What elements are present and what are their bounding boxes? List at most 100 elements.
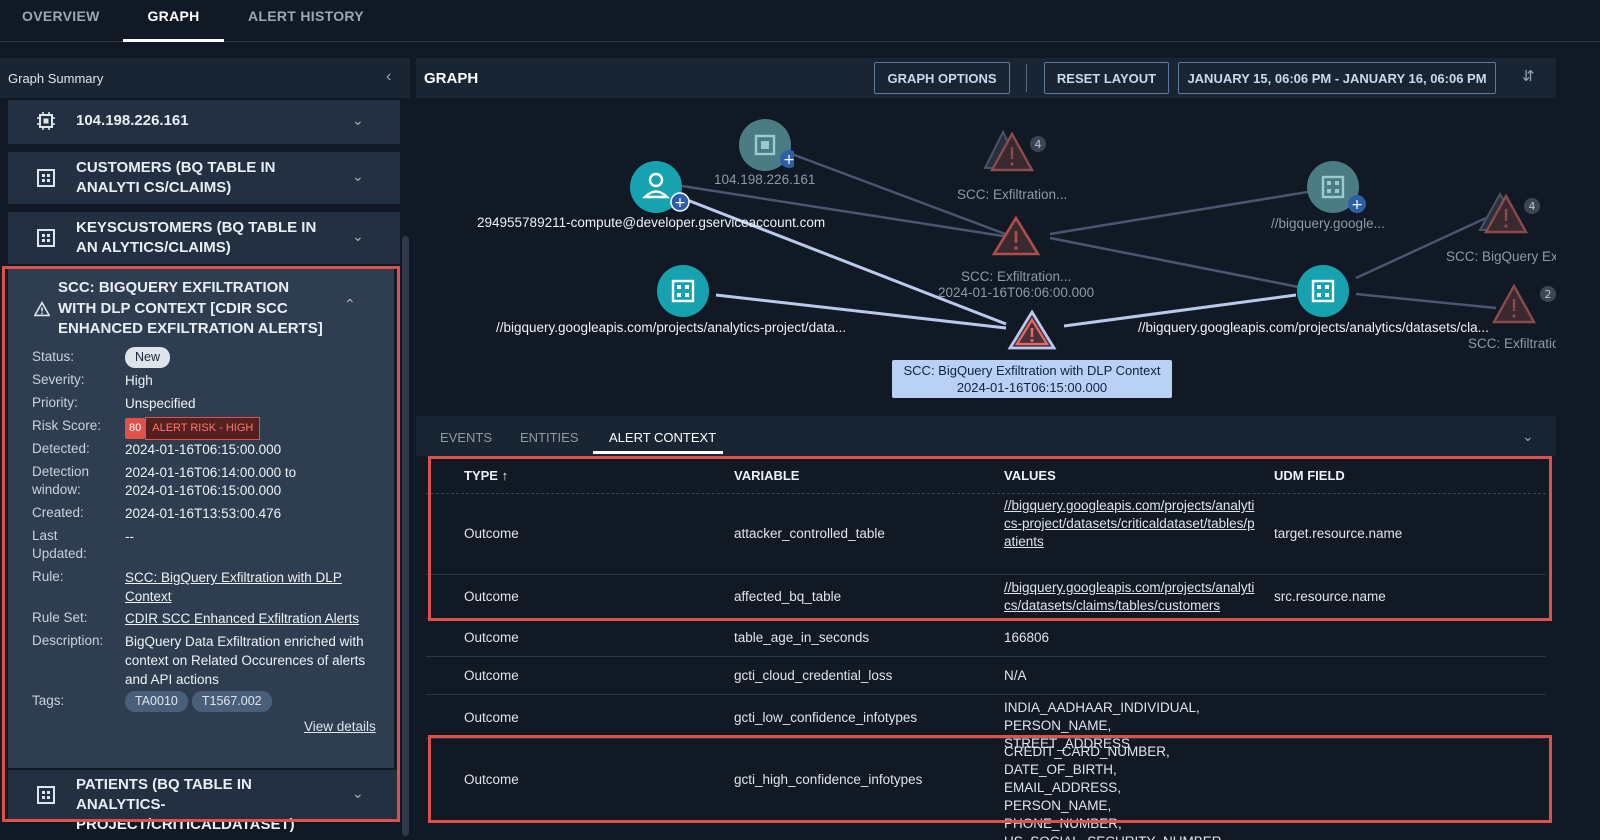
chevron-down-icon[interactable]: ⌄ xyxy=(1522,428,1534,445)
summary-item-label: PATIENTS (BQ TABLE IN ANALYTICS-PROJECT/… xyxy=(76,776,295,833)
svg-text:+: + xyxy=(783,152,794,168)
bq-right-top-label: //bigquery.google... xyxy=(1271,216,1385,231)
table-icon xyxy=(37,229,55,247)
risk-level-badge: ALERT RISK - HIGH xyxy=(145,417,261,440)
collapse-sidebar-icon[interactable]: ‹ xyxy=(386,68,391,86)
graph-toolbar: GRAPH GRAPH OPTIONS RESET LAYOUT JANUARY… xyxy=(416,58,1556,98)
bq-left-label: //bigquery.googleapis.com/projects/analy… xyxy=(496,320,847,335)
summary-item-label: CUSTOMERS (BQ TABLE IN ANALYTI CS/CLAIMS… xyxy=(76,159,276,196)
tag-pill[interactable]: T1567.002 xyxy=(191,691,272,712)
summary-item-patients[interactable]: PATIENTS (BQ TABLE IN ANALYTICS-PROJECT/… xyxy=(8,770,400,833)
count-badge: 4 xyxy=(1529,200,1536,213)
date-range-button[interactable]: JANUARY 15, 06:06 PM - JANUARY 16, 06:06… xyxy=(1178,62,1496,94)
column-header-values[interactable]: VALUES xyxy=(1004,468,1056,483)
column-header-variable[interactable]: VARIABLE xyxy=(734,468,799,483)
tab-entities[interactable]: ENTITIES xyxy=(520,430,579,445)
table-row[interactable]: Outcome gcti_low_confidence_infotypes IN… xyxy=(426,695,1546,751)
tab-graph[interactable]: GRAPH xyxy=(123,0,224,42)
cell-type: Outcome xyxy=(464,772,519,787)
table-row[interactable]: Outcome gcti_cloud_credential_loss N/A xyxy=(426,657,1546,695)
detected-label: Detected: xyxy=(32,441,90,456)
ruleset-link[interactable]: CDIR SCC Enhanced Exfiltration Alerts xyxy=(125,611,359,626)
risk-label: Risk Score: xyxy=(32,418,102,433)
selected-node-tooltip: SCC: BigQuery Exfiltration with DLP Cont… xyxy=(892,360,1172,398)
description-value: BigQuery Data Exfiltration enriched with… xyxy=(125,634,366,687)
priority-label: Priority: xyxy=(32,395,78,410)
count-badge: 2 xyxy=(1545,288,1552,301)
column-header-udm-field[interactable]: UDM FIELD xyxy=(1274,468,1345,483)
chevron-down-icon[interactable]: ⌄ xyxy=(352,168,364,185)
detection-window-end: 2024-01-16T06:15:00.000 xyxy=(125,483,282,498)
ip-node-icon[interactable]: + xyxy=(738,118,794,174)
ip-node-label: 104.198.226.161 xyxy=(714,172,816,187)
rule-link[interactable]: SCC: BigQuery Exfiltration with DLP Cont… xyxy=(125,570,342,604)
status-badge: New xyxy=(125,347,171,368)
summary-item-label: KEYSCUSTOMERS (BQ TABLE IN AN ALYTICS/CL… xyxy=(76,219,317,256)
tag-pill[interactable]: TA0010 xyxy=(125,691,188,712)
table-row[interactable]: Outcome gcti_high_confidence_infotypes C… xyxy=(426,739,1546,840)
tags-label: Tags: xyxy=(32,693,65,708)
svg-text:+: + xyxy=(674,195,686,211)
view-details-link[interactable]: View details xyxy=(304,719,376,734)
cell-type: Outcome xyxy=(464,589,519,604)
rule-label: Rule: xyxy=(32,569,64,584)
summary-item-customers[interactable]: CUSTOMERS (BQ TABLE IN ANALYTI CS/CLAIMS… xyxy=(8,152,400,204)
reset-layout-button[interactable]: RESET LAYOUT xyxy=(1044,62,1169,94)
scc-alert-node-icon[interactable]: 4 xyxy=(984,128,1054,176)
sidebar-scrollbar[interactable] xyxy=(402,236,409,836)
scc-bq-ext-label: SCC: BigQuery Ext xyxy=(1446,249,1556,264)
svg-text:+: + xyxy=(1351,197,1363,213)
table-row[interactable]: Outcome attacker_controlled_table //bigq… xyxy=(426,495,1546,575)
summary-item-label: 104.198.226.161 xyxy=(76,112,189,129)
priority-value: Unspecified xyxy=(125,396,196,411)
cell-values-link[interactable]: //bigquery.googleapis.com/projects/analy… xyxy=(1004,498,1255,549)
risk-score-badge: 80 xyxy=(125,418,146,439)
graph-options-button[interactable]: GRAPH OPTIONS xyxy=(874,62,1010,94)
top-tabs: OVERVIEW GRAPH ALERT HISTORY xyxy=(0,0,1600,42)
summary-item-ip[interactable]: 104.198.226.161 ⌄ xyxy=(8,100,400,144)
cell-values: CREDIT_CARD_NUMBER, DATE_OF_BIRTH, EMAIL… xyxy=(1004,744,1222,840)
severity-value: High xyxy=(125,373,153,388)
expand-collapse-icon[interactable]: ⇵ xyxy=(1522,67,1535,85)
cell-variable: attacker_controlled_table xyxy=(734,526,885,541)
alert-title: SCC: BIGQUERY EXFILTRATION WITH DLP CONT… xyxy=(58,279,323,337)
chevron-down-icon[interactable]: ⌄ xyxy=(352,228,364,245)
tab-events[interactable]: EVENTS xyxy=(440,430,492,445)
tooltip-title: SCC: BigQuery Exfiltration with DLP Cont… xyxy=(903,363,1161,378)
table-node-icon[interactable]: + xyxy=(1306,160,1368,218)
panel-tabs: EVENTS ENTITIES ALERT CONTEXT ⌄ xyxy=(416,416,1556,456)
chevron-down-icon[interactable]: ⌄ xyxy=(352,785,364,802)
table-icon xyxy=(37,786,55,804)
summary-item-keyscustomers[interactable]: KEYSCUSTOMERS (BQ TABLE IN AN ALYTICS/CL… xyxy=(8,212,400,264)
table-node-icon[interactable] xyxy=(656,264,712,320)
tab-alert-context[interactable]: ALERT CONTEXT xyxy=(609,430,716,445)
table-row[interactable]: Outcome affected_bq_table //bigquery.goo… xyxy=(426,575,1546,619)
account-node-label: 294955789211-compute@developer.gservicea… xyxy=(477,215,826,230)
created-value: 2024-01-16T13:53:00.476 xyxy=(125,506,282,521)
tab-overview[interactable]: OVERVIEW xyxy=(22,0,100,42)
last-updated-label-2: Updated: xyxy=(32,546,87,561)
scc-alert-node-icon[interactable]: 4 xyxy=(1476,190,1556,240)
detection-window-label: Detection xyxy=(32,464,90,479)
chevron-down-icon[interactable]: ⌄ xyxy=(352,112,364,129)
column-header-type[interactable]: TYPE ↑ xyxy=(464,468,508,483)
cell-type: Outcome xyxy=(464,668,519,683)
tab-alert-history[interactable]: ALERT HISTORY xyxy=(248,0,364,42)
count-badge: 4 xyxy=(1035,138,1042,151)
cell-values-link[interactable]: //bigquery.googleapis.com/projects/analy… xyxy=(1004,580,1254,613)
scc-alert-node-selected-icon[interactable] xyxy=(1006,308,1058,352)
table-icon xyxy=(37,169,55,187)
scc-alert-node-icon[interactable] xyxy=(990,214,1042,258)
warning-icon xyxy=(34,301,50,317)
table-node-icon[interactable] xyxy=(1296,264,1352,320)
table-header: TYPE ↑ VARIABLE VALUES UDM FIELD xyxy=(426,458,1546,494)
scc-far-right-label: SCC: Exfiltratio xyxy=(1468,336,1556,351)
severity-label: Severity: xyxy=(32,372,85,387)
chevron-up-icon[interactable]: ⌃ xyxy=(344,296,356,313)
scc-mid-label: SCC: Exfiltration... xyxy=(961,269,1072,284)
scc-alert-node-icon[interactable]: 2 xyxy=(1488,280,1556,328)
cell-values: N/A xyxy=(1004,668,1027,683)
table-row[interactable]: Outcome table_age_in_seconds 166806 xyxy=(426,619,1546,657)
chip-icon xyxy=(37,112,55,130)
user-node-icon[interactable]: + xyxy=(628,160,690,222)
